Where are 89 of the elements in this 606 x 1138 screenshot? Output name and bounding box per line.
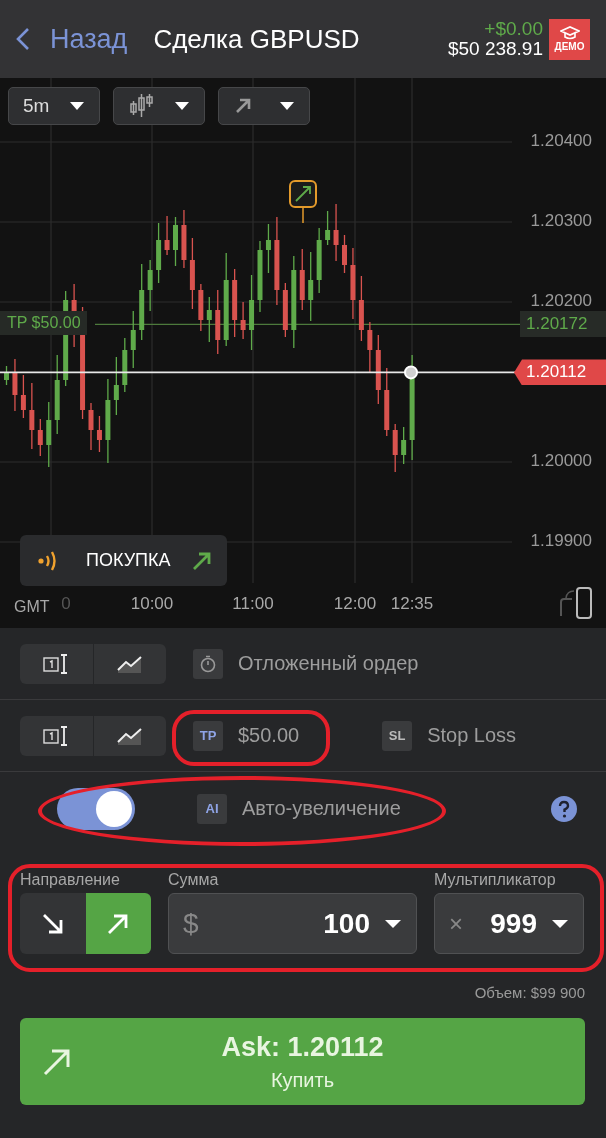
candle: [333, 203, 339, 262]
caret-icon: [551, 918, 569, 929]
chart-dropdown[interactable]: [113, 87, 205, 125]
candle: [4, 365, 9, 386]
price-axis-label: 1.20400: [530, 131, 592, 151]
demo-badge[interactable]: ДЕМО: [549, 18, 590, 60]
candle: [384, 367, 390, 437]
candle: [265, 223, 271, 274]
candle: [20, 374, 26, 419]
price-axis-label: 1.19900: [530, 531, 592, 551]
price-axis-label: 1.20300: [530, 211, 592, 231]
balance-text: $50 238.91: [447, 39, 543, 59]
amount-field[interactable]: $ 100: [168, 893, 417, 954]
stop-loss-label[interactable]: Stop Loss: [427, 724, 517, 747]
candle: [232, 268, 238, 338]
direction-label: Направление: [20, 871, 121, 889]
candle: [130, 310, 136, 369]
candle: [147, 259, 153, 312]
current-point-icon: [404, 365, 418, 380]
candle: [316, 227, 322, 294]
candle: [37, 418, 43, 457]
candle: [96, 415, 102, 453]
time-axis-label: 11:00: [232, 594, 274, 614]
price-axis-label: 1.20200: [530, 291, 592, 311]
signal-label: ПОКУПКА: [86, 550, 171, 571]
candle: [367, 321, 373, 373]
candle: [282, 282, 288, 338]
caret-icon: [174, 101, 190, 111]
take-profit-tag: TP: [193, 720, 223, 751]
amount-label: Сумма: [168, 871, 220, 889]
caret-icon: [69, 101, 85, 111]
rotate-phone-icon[interactable]: [558, 586, 594, 620]
pending-order-label[interactable]: Отложенный ордер: [238, 652, 419, 675]
auto-increase-toggle[interactable]: [57, 787, 135, 830]
candle: [46, 401, 52, 468]
candle: [215, 289, 221, 355]
time-axis-label: 12:00: [333, 594, 377, 614]
candle: [198, 283, 204, 332]
time-axis-label: 10:00: [130, 594, 174, 614]
direction-button[interactable]: [20, 893, 86, 954]
take-profit-price-label: 1.20172: [520, 311, 606, 338]
back-chevron-icon: [16, 27, 30, 51]
graduation-cap-icon: [559, 26, 580, 40]
candle: [206, 296, 212, 343]
ai-tag: AI: [197, 793, 227, 824]
multiplier-field[interactable]: × 999: [434, 893, 584, 954]
profit-text: +$0.00: [484, 19, 543, 39]
candle: [173, 216, 178, 267]
candle: [358, 275, 364, 342]
candle: [113, 356, 119, 416]
caret-icon: [384, 918, 402, 929]
candle: [88, 402, 94, 451]
multiplier-label: Мультипликатор: [434, 871, 557, 889]
candle: [29, 382, 35, 450]
candle: [12, 358, 18, 412]
auto-increase-label: Авто-увеличение: [242, 797, 401, 820]
timer-icon: [193, 648, 223, 679]
candle: [392, 423, 398, 473]
candle: [181, 209, 187, 269]
candle: [308, 251, 314, 322]
stop-loss-tag: SL: [382, 720, 413, 751]
take-profit-value[interactable]: $50.00: [238, 724, 300, 747]
candlestick-icon: [128, 92, 156, 120]
screen-title: Сделка GBPUSD: [153, 23, 360, 55]
leader-line: [302, 206, 304, 224]
candle: [401, 426, 407, 465]
back-button[interactable]: Назад: [16, 23, 128, 55]
help-icon[interactable]: [550, 794, 578, 823]
volume-text: Объем: $99 900: [474, 984, 585, 1001]
caret-icon: [279, 101, 295, 111]
price-axis-label: 1.20000: [530, 451, 592, 471]
trade-marker-icon[interactable]: [289, 180, 317, 208]
candle: [375, 334, 381, 405]
chart-dropdown[interactable]: [218, 87, 310, 125]
order-type-toggle[interactable]: [20, 643, 166, 684]
candle: [240, 301, 246, 340]
chart-dropdown[interactable]: 5m: [8, 87, 100, 125]
candle: [156, 222, 162, 284]
time-axis-label: 0: [61, 594, 71, 614]
take-profit-label[interactable]: TP $50.00: [0, 311, 87, 336]
signal-card[interactable]: ПОКУПКА: [20, 535, 227, 586]
time-axis-label: 12:35: [390, 594, 434, 614]
candle: [164, 215, 170, 256]
candle: [122, 337, 128, 393]
candle: [342, 234, 347, 274]
order-type-toggle[interactable]: [20, 715, 166, 756]
candle: [325, 210, 331, 246]
current-price-label: 1.20112: [514, 359, 606, 386]
candle: [299, 248, 305, 311]
